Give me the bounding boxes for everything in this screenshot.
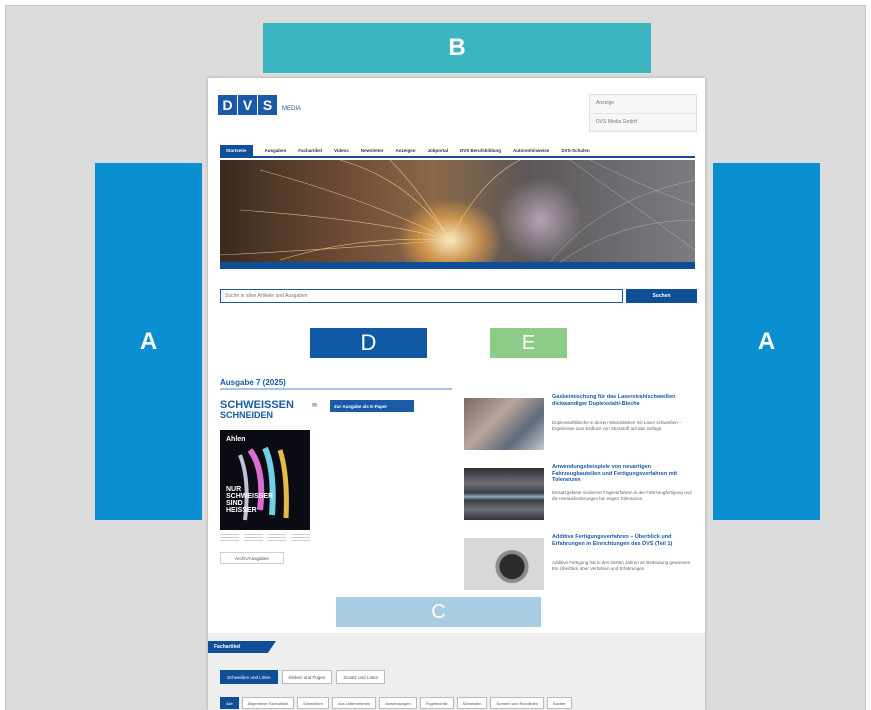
- header-ad-box[interactable]: Anzeige DVS Media GmbH: [589, 94, 697, 132]
- nav-item-berufsbildung[interactable]: DVS Berufsbildung: [460, 148, 501, 153]
- nav-item-schulen[interactable]: DVS-Schulen: [561, 148, 589, 153]
- chip-buecher[interactable]: Bücher: [547, 697, 572, 709]
- caption-block: [267, 534, 287, 543]
- section-heading: Fachartikel: [208, 641, 276, 653]
- hero-image-sparks: [220, 160, 695, 262]
- chip-alle[interactable]: Alle: [220, 697, 239, 709]
- chip-fuegetechnik[interactable]: Fügetechnik: [419, 697, 454, 709]
- nav-item-startseite[interactable]: Startseite: [220, 144, 253, 156]
- nav-item-ausgaben[interactable]: Ausgaben: [265, 148, 287, 153]
- ad-slot-label-d: D: [310, 328, 427, 358]
- article-card[interactable]: Anwendungsbeispiele von neuartigen Fahrz…: [464, 464, 696, 524]
- epaper-button[interactable]: Zur Ausgabe als E-Paper: [330, 400, 414, 412]
- filter-chips: Alle Allgemeine Fachartikel Schweißen Au…: [220, 697, 575, 709]
- article-teaser: Additive Fertigung hat in den letzten Ja…: [552, 560, 692, 571]
- ad-slot-label-b: B: [263, 23, 651, 73]
- archive-button[interactable]: Archiv/Ausgaben: [220, 552, 284, 564]
- caption-block: [220, 534, 239, 543]
- article-teaser: Duplexstahlbleche in dicken Wandstärken …: [552, 420, 682, 431]
- tab-zusatz-loeten[interactable]: Zusatz und Löten: [336, 670, 386, 684]
- ad-slot-label-e: E: [490, 328, 567, 358]
- nav-item-jobportal[interactable]: Jobportal: [428, 148, 449, 153]
- article-thumbnail[interactable]: [464, 398, 544, 450]
- caption-block: [243, 534, 263, 543]
- nav-item-fachartikel[interactable]: Fachartikel: [298, 148, 322, 153]
- chip-unternehmen[interactable]: Aus Unternehmen: [331, 697, 377, 709]
- cover-captions: [220, 534, 310, 543]
- ad-slot-label-a-right: A: [713, 163, 820, 520]
- nav-item-videos[interactable]: Videos: [334, 148, 349, 153]
- article-title[interactable]: Anwendungsbeispiele von neuartigen Fahrz…: [552, 464, 694, 484]
- chip-allgemeine[interactable]: Allgemeine Fachartikel: [241, 697, 295, 709]
- chip-anwendungen[interactable]: Anwendungen: [379, 697, 417, 709]
- logo-letter: S: [258, 95, 277, 115]
- logo-letter: V: [238, 95, 257, 115]
- topic-tabs: Schweißen und Löten Kleben und Fügen Zus…: [220, 670, 389, 684]
- site-logo[interactable]: D V S MEDIA: [218, 94, 301, 116]
- nav-item-anzeigen[interactable]: Anzeigen: [396, 148, 416, 153]
- search-button[interactable]: Suchen: [626, 289, 697, 303]
- cover-headline: NUR SCHWEISSER SIND HEISSER: [226, 486, 274, 514]
- logo-subtitle: MEDIA: [282, 106, 302, 112]
- tab-schweissen-loeten[interactable]: Schweißen und Löten: [220, 670, 278, 684]
- ad-slot-label-a-left: A: [95, 163, 202, 520]
- hero-bottom-bar: [220, 262, 695, 269]
- issue-divider: [220, 388, 452, 390]
- chip-normen[interactable]: Normen und Richtlinien: [490, 697, 545, 709]
- article-card[interactable]: Additive Fertigungsverfahren – Überblick…: [464, 534, 696, 594]
- magazine-title-line2: SCHNEIDEN: [220, 410, 274, 420]
- issue-title: Ausgabe 7 (2025): [220, 378, 286, 387]
- article-teaser: Einsatzgebiete moderner Fügeverfahren in…: [552, 490, 692, 501]
- sparks-overlay: [220, 160, 695, 262]
- chip-schweissen[interactable]: Schweißen: [297, 697, 329, 709]
- caption-block: [290, 534, 310, 543]
- tab-kleben-fuegen[interactable]: Kleben und Fügen: [281, 670, 333, 684]
- header-box-line: Anzeige: [590, 95, 696, 114]
- article-title[interactable]: Gasbeimischung für das Laserstrahlschwei…: [552, 394, 694, 407]
- magazine-title[interactable]: SCHWEISSEN SCHNEIDEN: [220, 399, 308, 421]
- cover-torch-graphic: [238, 446, 289, 521]
- share-icon[interactable]: ✉: [312, 402, 322, 409]
- header-box-line: DVS Media GmbH: [596, 119, 638, 125]
- nav-item-autorenhinweise[interactable]: Autorenhinweise: [513, 148, 549, 153]
- article-thumbnail[interactable]: [464, 468, 544, 520]
- nav-item-newsletter[interactable]: Newsletter: [361, 148, 384, 153]
- ad-slot-label-c: C: [336, 597, 541, 627]
- article-title[interactable]: Additive Fertigungsverfahren – Überblick…: [552, 534, 694, 547]
- magazine-title-line1: SCHWEISSEN: [220, 399, 294, 411]
- logo-letter: D: [218, 95, 237, 115]
- logo-mark: D V S: [218, 95, 278, 115]
- main-nav: Startseite Ausgaben Fachartikel Videos N…: [220, 144, 695, 158]
- article-thumbnail[interactable]: [464, 538, 544, 590]
- magazine-cover[interactable]: Ahlen NUR SCHWEISSER SIND HEISSER: [220, 430, 310, 530]
- article-card[interactable]: Gasbeimischung für das Laserstrahlschwei…: [464, 394, 696, 454]
- chip-schneiden[interactable]: Schneiden: [456, 697, 488, 709]
- search-input[interactable]: [220, 289, 623, 303]
